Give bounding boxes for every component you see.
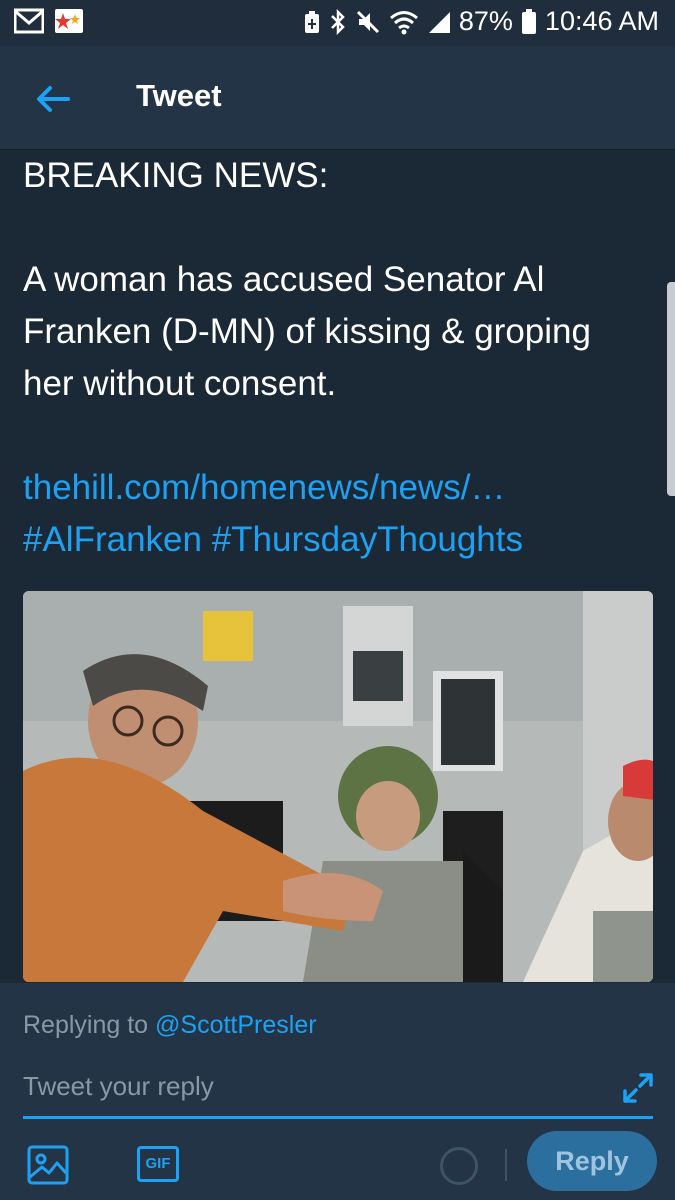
top-header: Tweet [0, 46, 675, 150]
toolbar-divider [505, 1149, 507, 1181]
expand-icon[interactable] [621, 1071, 655, 1105]
clock: 10:46 AM [544, 6, 659, 36]
replying-to: Replying to @ScottPresler [23, 1011, 317, 1040]
back-arrow-icon[interactable] [30, 76, 76, 122]
reply-composer: Replying to @ScottPresler GIF Reply [0, 983, 675, 1200]
tweet-body: BREAKING NEWS: A woman has accused Senat… [23, 150, 643, 566]
reply-input[interactable] [23, 1067, 653, 1105]
tweet-hashtags[interactable]: #AlFranken #ThursdayThoughts [23, 514, 643, 566]
replying-to-handle[interactable]: @ScottPresler [155, 1011, 317, 1039]
mute-icon [356, 10, 379, 33]
tweet-photo[interactable] [23, 591, 653, 982]
bluetooth-icon [330, 8, 345, 35]
signal-icon [428, 11, 450, 33]
page-title: Tweet [136, 78, 222, 113]
tweet-photo-image [23, 591, 653, 982]
replying-to-label: Replying to [23, 1011, 156, 1039]
reply-input-underline [23, 1116, 653, 1119]
gmail-icon [14, 8, 44, 34]
battery-icon [521, 8, 536, 34]
status-bar: 87% 10:46 AM [0, 0, 675, 46]
image-icon[interactable] [27, 1145, 69, 1185]
app-notification-icon [55, 9, 83, 33]
tweet-text: BREAKING NEWS: A woman has accused Senat… [23, 156, 591, 403]
reply-button[interactable]: Reply [527, 1131, 657, 1191]
gif-button[interactable]: GIF [137, 1146, 179, 1182]
battery-saver-icon [304, 10, 319, 33]
character-counter [440, 1147, 478, 1185]
tweet-link[interactable]: thehill.com/homenews/news/… [23, 462, 643, 514]
battery-percent: 87% [458, 6, 513, 36]
scroll-indicator[interactable] [667, 282, 675, 496]
wifi-icon [389, 10, 418, 34]
